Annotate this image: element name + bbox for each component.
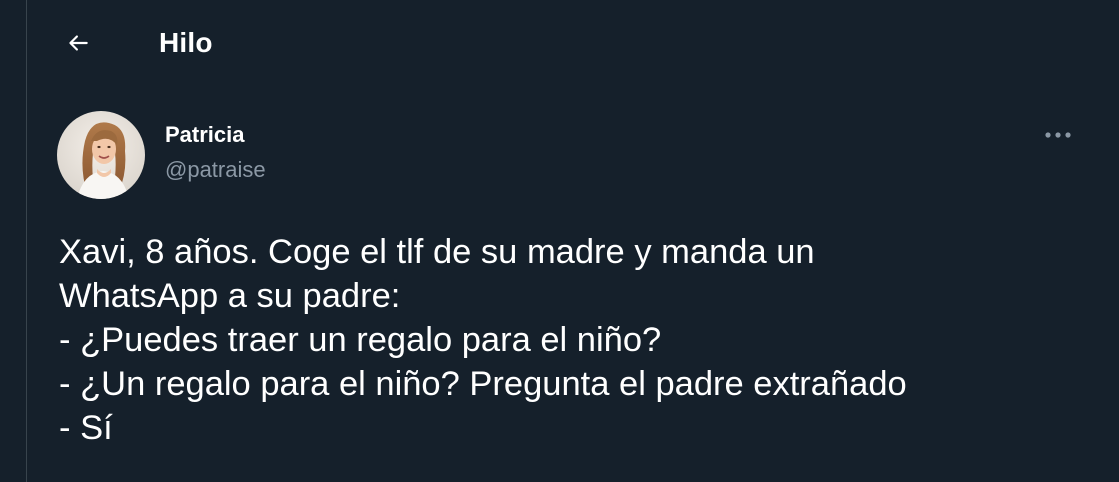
arrow-left-icon: [69, 35, 88, 51]
tweet-text-line: Xavi, 8 años. Coge el tlf de su madre y …: [59, 233, 815, 271]
page-title: Hilo: [159, 27, 213, 58]
tweet-text-line: - Sí: [59, 409, 113, 447]
more-options-button[interactable]: [1038, 121, 1078, 149]
tweet-text-line: - ¿Puedes traer un regalo para el niño?: [59, 321, 662, 359]
thread-header: Hilo: [27, 0, 1119, 88]
avatar[interactable]: [57, 111, 145, 199]
more-horizontal-icon: [1045, 132, 1071, 138]
tweet-text: Xavi, 8 años. Coge el tlf de su madre y …: [59, 230, 1099, 450]
author-handle[interactable]: @patraise: [165, 156, 266, 184]
thread-column: Hilo Patricia @patraise Xavi, 8 años. Co…: [26, 0, 1119, 482]
tweet-text-line: WhatsApp a su padre:: [59, 277, 401, 315]
author-name[interactable]: Patricia: [165, 121, 245, 149]
back-button[interactable]: [60, 25, 96, 61]
profile-photo-icon: [57, 111, 145, 199]
tweet-text-line: - ¿Un regalo para el niño? Pregunta el p…: [59, 365, 907, 403]
